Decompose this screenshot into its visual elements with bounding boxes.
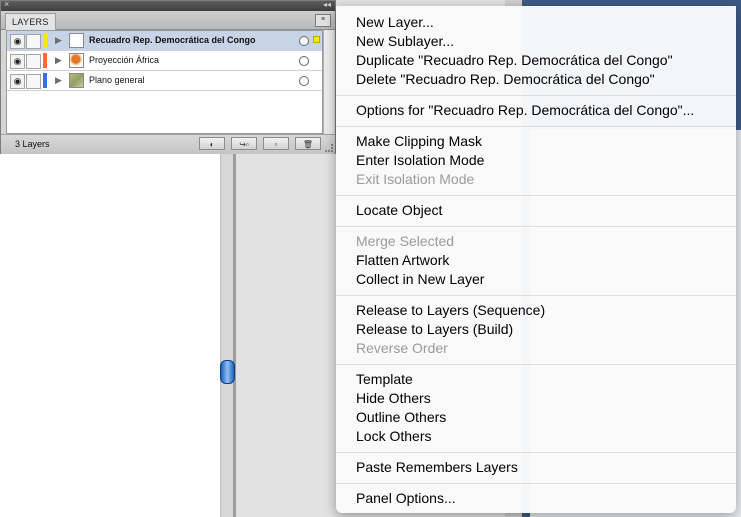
visibility-eye-icon[interactable]: ◉ (10, 74, 25, 89)
menu-separator (336, 364, 736, 365)
menu-item[interactable]: Panel Options... (356, 489, 456, 508)
layer-row[interactable]: ◉ ▶ Plano general (7, 71, 322, 91)
layer-thumbnail (69, 53, 84, 68)
panel-title-bar[interactable]: × ◂◂ (1, 0, 335, 11)
menu-item[interactable]: New Layer... (356, 13, 434, 32)
menu-item[interactable]: New Sublayer... (356, 32, 454, 51)
layer-thumbnail (69, 33, 84, 48)
menu-item[interactable]: Release to Layers (Build) (356, 320, 513, 339)
collapse-panel-icon[interactable]: ◂◂ (323, 0, 331, 11)
make-clipping-mask-icon[interactable]: ◐ (199, 137, 225, 150)
menu-item[interactable]: Collect in New Layer (356, 270, 484, 289)
resize-grip-icon[interactable] (325, 144, 333, 152)
layer-row[interactable]: ◉ ▶ Proyección África (7, 51, 322, 71)
create-sublayer-icon[interactable]: ↪▫ (231, 137, 257, 150)
menu-item[interactable]: Lock Others (356, 427, 431, 446)
target-circle-icon[interactable] (299, 36, 309, 46)
layers-panel: × ◂◂ LAYERS ≡ ◉ ▶ Recuadro Rep. Democrátic… (0, 0, 336, 154)
panel-bottom-bar: 3 Layers ◐ ↪▫ ▫ 🗑 (1, 134, 335, 154)
menu-item[interactable]: Flatten Artwork (356, 251, 449, 270)
menu-item[interactable]: Release to Layers (Sequence) (356, 301, 545, 320)
create-new-layer-icon[interactable]: ▫ (263, 137, 289, 150)
menu-separator (336, 452, 736, 453)
expand-triangle-icon[interactable]: ▶ (55, 34, 62, 47)
menu-item[interactable]: Template (356, 370, 413, 389)
menu-item: Reverse Order (356, 340, 448, 356)
panel-tab-bar: LAYERS ≡ (1, 11, 335, 30)
menu-item: Merge Selected (356, 233, 455, 249)
menu-item[interactable]: Delete "Recuadro Rep. Democrática del Co… (356, 70, 655, 89)
layer-name: Proyección África (89, 55, 160, 65)
layers-panel-menu: New Layer... New Sublayer... Duplicate "Re… (336, 6, 736, 513)
menu-item[interactable]: Options for "Recuadro Rep. Democrática d… (356, 101, 694, 120)
lock-toggle[interactable] (26, 74, 41, 89)
layer-color-swatch (43, 33, 47, 48)
vertical-divider (233, 150, 236, 517)
menu-separator (336, 95, 736, 96)
expand-triangle-icon[interactable]: ▶ (55, 54, 62, 67)
delete-layer-icon[interactable]: 🗑 (295, 137, 321, 150)
target-circle-icon[interactable] (299, 56, 309, 66)
visibility-eye-icon[interactable]: ◉ (10, 54, 25, 69)
menu-separator (336, 295, 736, 296)
lock-toggle[interactable] (26, 34, 41, 49)
tab-layers[interactable]: LAYERS (5, 13, 56, 30)
menu-item: Exit Isolation Mode (356, 171, 475, 187)
layers-list: ◉ ▶ Recuadro Rep. Democrática del Congo ◉ ▶ P… (6, 30, 323, 134)
vertical-scrollbar-track[interactable] (220, 150, 234, 517)
menu-item[interactable]: Paste Remembers Layers (356, 458, 518, 477)
layer-color-swatch (43, 73, 47, 88)
menu-item[interactable]: Hide Others (356, 389, 431, 408)
layer-name: Recuadro Rep. Democrática del Congo (89, 35, 256, 45)
layer-name: Plano general (89, 75, 145, 85)
menu-separator (336, 483, 736, 484)
layer-color-swatch (43, 53, 47, 68)
layer-row[interactable]: ◉ ▶ Recuadro Rep. Democrática del Congo (7, 31, 322, 51)
canvas-white-area (0, 150, 222, 517)
menu-item[interactable]: Enter Isolation Mode (356, 151, 484, 170)
visibility-eye-icon[interactable]: ◉ (10, 34, 25, 49)
menu-separator (336, 226, 736, 227)
close-icon[interactable]: × (4, 0, 9, 10)
expand-triangle-icon[interactable]: ▶ (55, 74, 62, 87)
menu-item[interactable]: Outline Others (356, 408, 446, 427)
menu-item[interactable]: Locate Object (356, 201, 442, 220)
menu-item[interactable]: Duplicate "Recuadro Rep. Democrática del… (356, 51, 673, 70)
menu-item[interactable]: Make Clipping Mask (356, 132, 482, 151)
panel-menu-icon[interactable]: ≡ (315, 14, 331, 27)
selection-indicator (313, 36, 320, 43)
menu-separator (336, 126, 736, 127)
menu-separator (336, 195, 736, 196)
scroll-thumb[interactable] (220, 360, 235, 384)
layer-thumbnail (69, 73, 84, 88)
layers-list-scrollbar[interactable] (323, 30, 334, 134)
lock-toggle[interactable] (26, 54, 41, 69)
target-circle-icon[interactable] (299, 76, 309, 86)
layer-count: 3 Layers (15, 139, 50, 149)
